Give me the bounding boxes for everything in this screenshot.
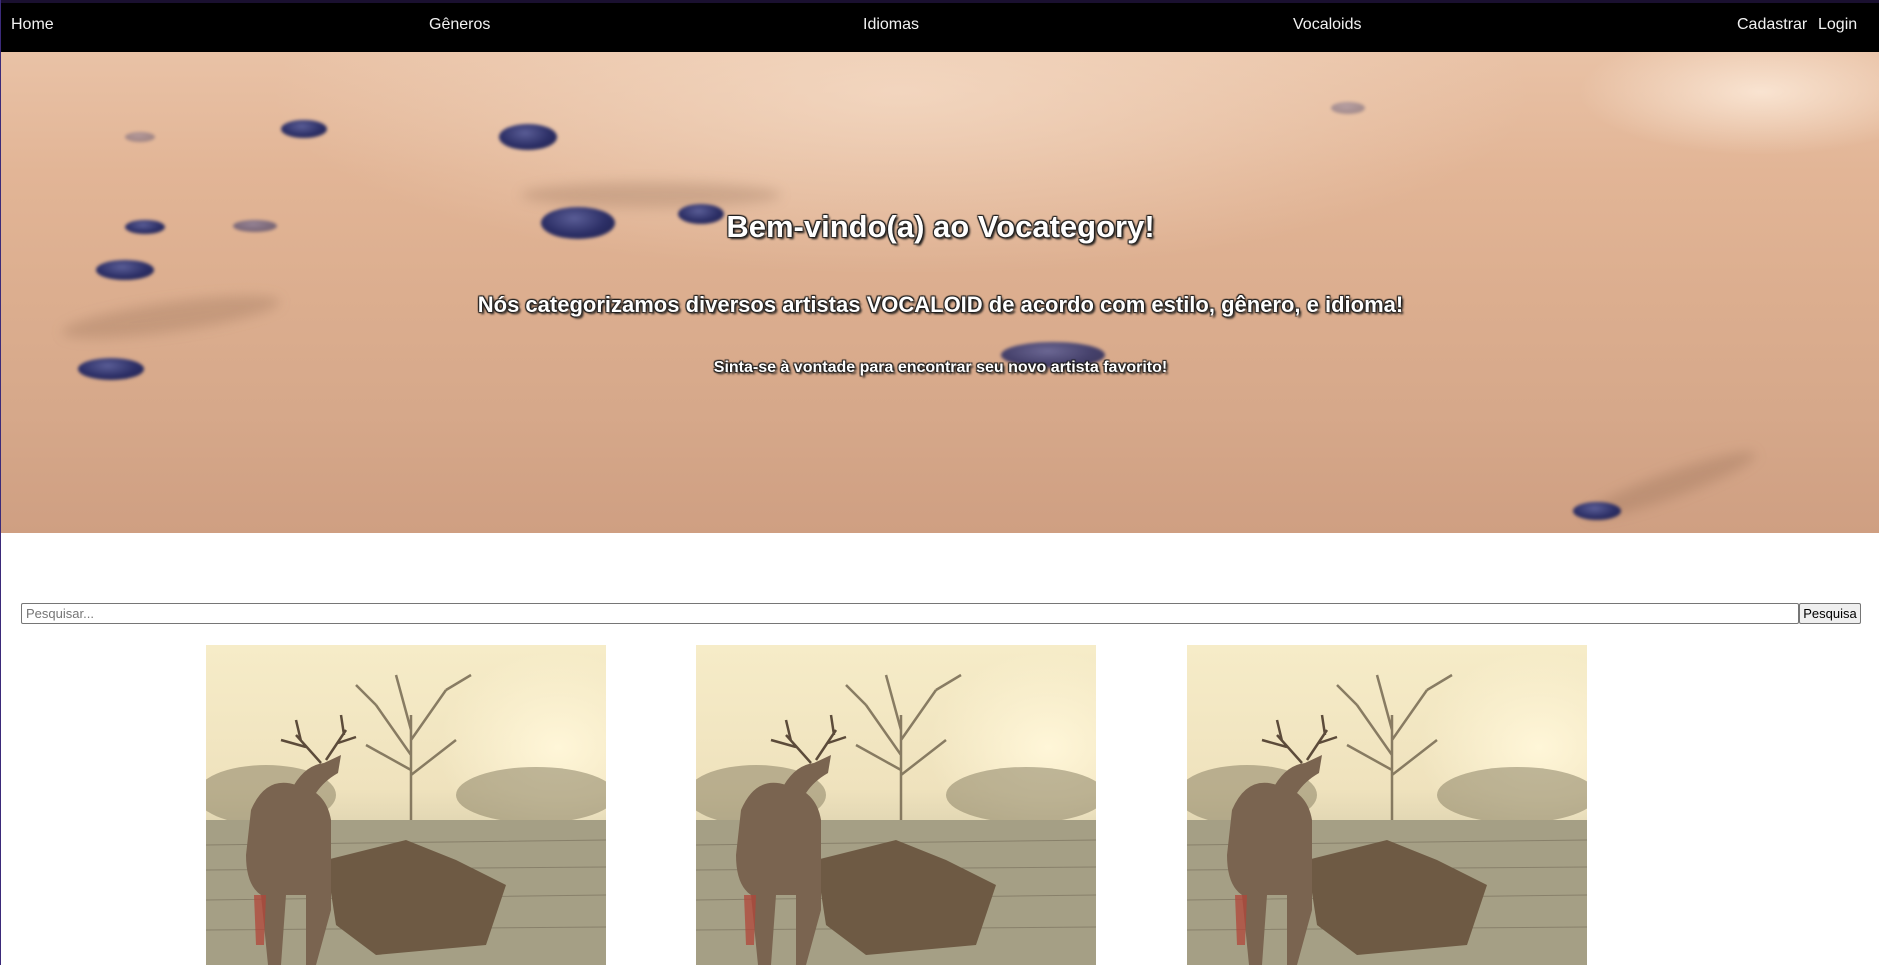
nav-link-cadastrar[interactable]: Cadastrar xyxy=(1737,3,1807,49)
nav-link-generos[interactable]: Gêneros xyxy=(429,3,490,49)
pebble xyxy=(96,260,154,280)
hero-banner: Bem-vindo(a) ao Vocategory! Nós categori… xyxy=(1,52,1879,533)
nav-link-vocaloids[interactable]: Vocaloids xyxy=(1293,3,1362,49)
page: Home Gêneros Idiomas Vocaloids Cadastrar… xyxy=(0,0,1879,965)
search-button[interactable]: Pesquisa xyxy=(1799,603,1861,624)
hero-title: Bem-vindo(a) ao Vocategory! xyxy=(726,209,1155,244)
deer-in-field-image xyxy=(696,645,1096,965)
artist-card[interactable] xyxy=(1187,645,1587,965)
deer-in-field-image xyxy=(1187,645,1587,965)
search-input[interactable] xyxy=(21,603,1799,624)
hero-tagline: Sinta-se à vontade para encontrar seu no… xyxy=(713,359,1168,376)
top-navbar: Home Gêneros Idiomas Vocaloids Cadastrar… xyxy=(1,0,1879,52)
artist-card[interactable] xyxy=(206,645,606,965)
nav-link-login[interactable]: Login xyxy=(1818,3,1857,49)
pebble xyxy=(281,120,327,138)
pebble xyxy=(499,124,557,150)
deer-in-field-image xyxy=(206,645,606,965)
sand-shadow xyxy=(521,182,781,208)
nav-link-home[interactable]: Home xyxy=(11,3,54,49)
nav-link-idiomas[interactable]: Idiomas xyxy=(863,3,919,49)
artist-card[interactable] xyxy=(696,645,1096,965)
pebble xyxy=(125,132,155,142)
hero-subtitle: Nós categorizamos diversos artistas VOCA… xyxy=(477,292,1404,317)
search-form: Pesquisa xyxy=(21,603,1861,625)
pebble xyxy=(1331,102,1365,114)
pebble xyxy=(1573,502,1621,520)
